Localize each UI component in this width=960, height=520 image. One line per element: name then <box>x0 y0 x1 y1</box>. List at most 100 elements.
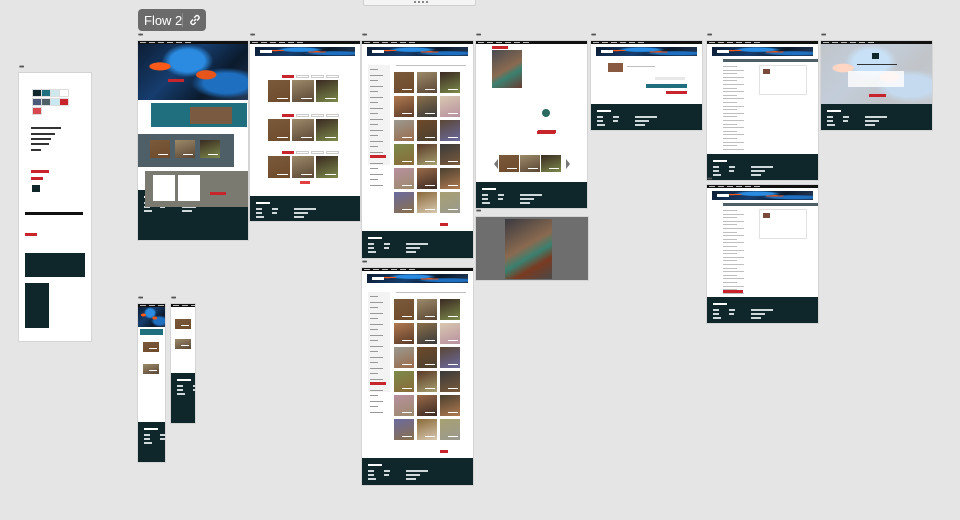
frame-menu-icon[interactable]: ••• <box>250 32 255 39</box>
nav-link[interactable] <box>191 305 195 306</box>
nav-link[interactable] <box>391 42 397 43</box>
filter-option[interactable] <box>370 296 378 297</box>
filter-option[interactable] <box>370 168 378 169</box>
image-lightbox-frame[interactable] <box>476 217 588 280</box>
place-order-button[interactable] <box>723 290 743 293</box>
form-field[interactable] <box>723 98 744 100</box>
nav-link[interactable] <box>727 186 733 187</box>
nav-link[interactable] <box>173 305 179 306</box>
nav-link[interactable] <box>754 42 760 43</box>
footer-link[interactable] <box>193 389 195 391</box>
nav-link[interactable] <box>505 42 511 43</box>
form-field[interactable] <box>723 84 744 85</box>
category-tab-active[interactable] <box>282 75 294 78</box>
footer-link[interactable] <box>384 470 390 472</box>
carousel-item[interactable] <box>150 140 170 158</box>
nav-link[interactable] <box>496 42 502 43</box>
footer-link[interactable] <box>144 210 152 212</box>
form-field[interactable] <box>723 264 744 265</box>
product-detail-frame[interactable] <box>476 41 587 208</box>
checkout-page-2-frame[interactable] <box>707 185 818 323</box>
nav-link[interactable] <box>754 186 760 187</box>
lightbox-image[interactable] <box>505 219 552 279</box>
footer-link[interactable] <box>177 385 183 387</box>
form-field[interactable] <box>723 238 737 240</box>
mobile-carousel-item[interactable] <box>143 342 159 352</box>
top-nav-bar[interactable] <box>707 41 818 44</box>
next-page-button[interactable] <box>440 450 448 453</box>
frame-menu-icon[interactable]: ••• <box>362 259 367 266</box>
artwork-thumbnail[interactable] <box>394 299 414 320</box>
nav-link[interactable] <box>523 42 529 43</box>
footer-link[interactable] <box>384 474 389 476</box>
form-field[interactable] <box>723 274 737 276</box>
top-nav-bar[interactable] <box>171 304 195 307</box>
form-field[interactable] <box>723 109 737 111</box>
search-bar[interactable] <box>396 292 466 293</box>
footer-link[interactable] <box>256 216 264 218</box>
form-field[interactable] <box>723 94 737 96</box>
nav-link[interactable] <box>602 42 608 43</box>
filter-option[interactable] <box>370 173 383 175</box>
back-button[interactable] <box>492 46 508 49</box>
nav-link[interactable] <box>382 42 388 43</box>
footer-link[interactable] <box>865 116 887 118</box>
footer-link[interactable] <box>635 120 649 122</box>
carousel-item[interactable] <box>175 140 195 158</box>
nav-link[interactable] <box>149 305 155 306</box>
footer-link[interactable] <box>729 170 734 172</box>
footer-link[interactable] <box>144 438 150 440</box>
filter-option[interactable] <box>370 129 383 131</box>
back-home-button[interactable] <box>869 94 886 97</box>
artwork-thumbnail[interactable] <box>394 72 414 93</box>
category-tab[interactable] <box>326 75 339 78</box>
filter-option[interactable] <box>370 113 378 114</box>
footer-link[interactable] <box>713 174 721 176</box>
nav-link[interactable] <box>736 186 742 187</box>
tab-sample[interactable] <box>25 233 37 236</box>
artwork-thumbnail[interactable] <box>440 72 460 93</box>
nav-link[interactable] <box>279 42 285 43</box>
gallery-page-2-frame[interactable] <box>362 268 473 485</box>
footer-link[interactable] <box>751 309 773 311</box>
nav-sample[interactable] <box>25 212 83 215</box>
mobile-home-frame[interactable] <box>138 304 165 462</box>
form-field[interactable] <box>723 127 744 129</box>
filter-option[interactable] <box>370 146 378 147</box>
footer-link[interactable] <box>482 198 488 200</box>
nav-link[interactable] <box>409 42 415 43</box>
form-field[interactable] <box>723 134 744 136</box>
form-field[interactable] <box>723 102 737 103</box>
filter-option[interactable] <box>370 135 378 136</box>
footer-link[interactable] <box>520 202 530 204</box>
footer-link[interactable] <box>498 194 504 196</box>
artwork-thumbnail[interactable] <box>394 323 414 344</box>
top-scroll-handle[interactable] <box>363 0 476 6</box>
filter-option[interactable] <box>370 395 378 396</box>
footer-link[interactable] <box>177 389 183 391</box>
nav-link[interactable] <box>140 42 146 43</box>
form-field[interactable] <box>723 210 737 211</box>
footer-link[interactable] <box>256 212 262 214</box>
continue-shopping-button[interactable] <box>666 91 687 94</box>
top-nav-bar[interactable] <box>362 268 473 271</box>
footer-link[interactable] <box>144 442 152 444</box>
frame-menu-icon[interactable]: ••• <box>19 64 24 71</box>
footer-link[interactable] <box>368 251 376 253</box>
footer-link[interactable] <box>597 124 605 126</box>
nav-link[interactable] <box>373 42 379 43</box>
nav-link[interactable] <box>745 42 751 43</box>
nav-link[interactable] <box>709 42 715 43</box>
style-guide-frame[interactable] <box>19 73 91 341</box>
footer-link[interactable] <box>406 251 416 253</box>
nav-link[interactable] <box>297 42 303 43</box>
filter-option[interactable] <box>370 301 383 303</box>
footer-link[interactable] <box>751 313 765 315</box>
artwork-thumbnail[interactable] <box>440 323 460 344</box>
checkout-total-bar[interactable] <box>646 84 687 88</box>
nav-link[interactable] <box>620 42 626 43</box>
footer-link[interactable] <box>713 309 719 311</box>
category-artwork[interactable] <box>268 80 290 102</box>
form-field[interactable] <box>723 123 737 125</box>
category-artwork[interactable] <box>316 80 338 102</box>
